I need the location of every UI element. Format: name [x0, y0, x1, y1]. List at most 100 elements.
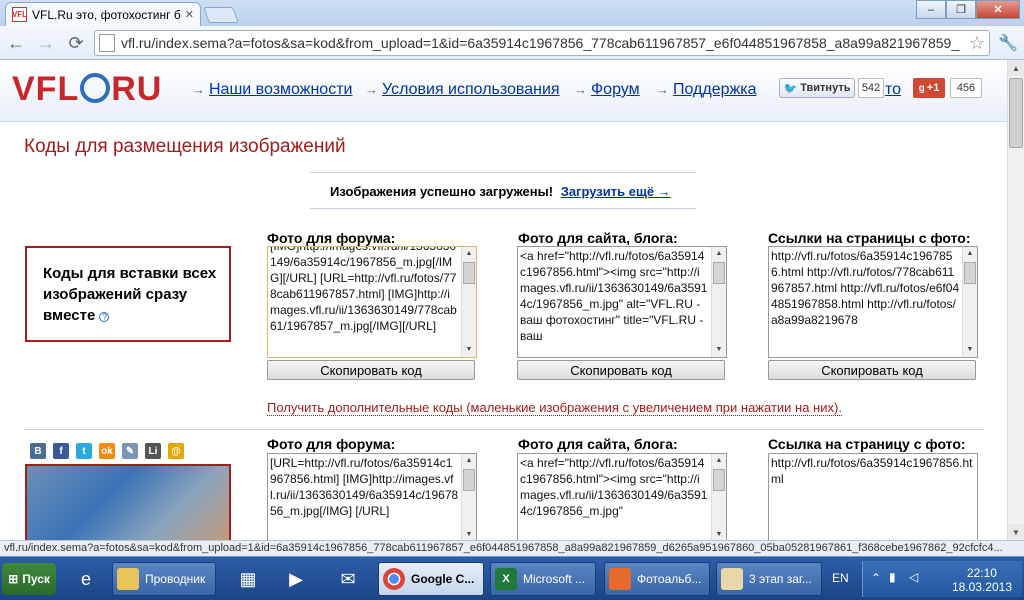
textarea-scrollbar[interactable]: ▲ ▼ — [461, 454, 476, 540]
links-code-textarea[interactable]: http://vfl.ru/fotos/6a35914c1967856.html… — [768, 246, 978, 358]
divider — [310, 172, 696, 173]
tweet-count: 542 — [858, 78, 884, 98]
twitter-icon[interactable]: t — [76, 443, 92, 459]
page-scrollbar[interactable]: ▲ ▼ — [1007, 60, 1024, 540]
facebook-icon[interactable]: f — [53, 443, 69, 459]
new-tab-button[interactable] — [203, 7, 239, 23]
all-codes-label: Коды для вставки всех изображений сразу … — [43, 265, 217, 324]
site-code-textarea-2[interactable]: <a href="http://vfl.ru/fotos/6a35914c196… — [517, 453, 727, 540]
image-thumbnail[interactable] — [25, 464, 231, 540]
forum-code-label: Фото для форума: — [267, 230, 396, 246]
divider — [24, 429, 984, 430]
minimize-button[interactable]: – — [916, 0, 946, 19]
tweet-button[interactable]: 🐦 Твитнуть — [779, 78, 855, 98]
site-code-label: Фото для сайта, блога: — [518, 230, 678, 246]
copy-forum-code-button[interactable]: Скопировать код — [267, 360, 475, 380]
browser-titlebar: VFL VFL.Ru это, фотохостинг б ✕ – ❐ ✕ — [0, 0, 1024, 26]
ie-icon[interactable]: e — [66, 563, 106, 595]
divider — [310, 208, 696, 209]
tray-arrow-icon[interactable]: ⌃ — [871, 571, 881, 585]
upload-more-link[interactable]: Загрузить ещё → — [561, 184, 671, 199]
forum-code-textarea[interactable]: [IMG]http://images.vfl.ru/ii/1363630149/… — [267, 246, 477, 358]
link-code-text-2: http://vfl.ru/fotos/6a35914c1967856.html — [771, 456, 973, 486]
forum-code-textarea-2[interactable]: [URL=http://vfl.ru/fotos/6a35914c1967856… — [267, 453, 477, 540]
clock-time: 22:10 — [966, 566, 997, 580]
language-indicator[interactable]: EN — [832, 571, 849, 585]
forward-icon[interactable]: → — [34, 32, 58, 54]
copy-site-code-button[interactable]: Скопировать код — [517, 360, 725, 380]
start-button[interactable]: ⊞ Пуск — [2, 563, 56, 595]
link-code-textarea-2[interactable]: http://vfl.ru/fotos/6a35914c1967856.html — [768, 453, 978, 540]
links-code-label: Ссылки на страницы с фото: — [768, 230, 971, 246]
mailru-icon[interactable]: @ — [168, 443, 184, 459]
taskbar-explorer[interactable]: Проводник — [112, 562, 216, 596]
paint-icon — [721, 568, 743, 590]
gplus-button[interactable]: g +1 — [913, 78, 945, 98]
scroll-up-icon[interactable]: ▲ — [1008, 60, 1024, 76]
network-icon[interactable]: ▮ — [889, 570, 896, 584]
desktop-icon[interactable]: ▦ — [228, 563, 268, 595]
clock-date: 18.03.2013 — [951, 580, 1012, 594]
logo-text-left: VFL — [12, 70, 80, 108]
help-icon[interactable]: ? — [99, 312, 110, 322]
vk-icon[interactable]: В — [30, 443, 46, 459]
browser-toolbar: ← → ⟳ vfl.ru/index.sema?a=fotos&sa=kod&f… — [0, 26, 1024, 60]
taskbar-paint[interactable]: 3 этап заг... — [716, 562, 822, 596]
taskbar-label: Фотоальб... — [637, 572, 702, 586]
forum-code-text-2: [URL=http://vfl.ru/fotos/6a35914c1967856… — [270, 456, 459, 518]
taskbar-chrome[interactable]: Google C... — [378, 562, 484, 596]
browser-tab[interactable]: VFL VFL.Ru это, фотохостинг б ✕ — [5, 2, 201, 26]
taskbar-excel[interactable]: X Microsoft ... — [490, 562, 596, 596]
gplus-label: +1 — [926, 82, 940, 94]
site-code-text: <a href="http://vfl.ru/fotos/6a35914c196… — [520, 249, 708, 343]
logo-globe-icon — [80, 73, 111, 104]
textarea-scrollbar[interactable]: ▲ ▼ — [962, 247, 977, 357]
taskbar-label: Google C... — [411, 572, 475, 586]
scroll-thumb[interactable] — [1009, 78, 1023, 148]
taskbar-label: Microsoft ... — [523, 572, 586, 586]
more-codes-link[interactable]: Получить дополнительные коды (маленькие … — [267, 400, 842, 416]
menu-features[interactable]: Наши возможности — [192, 81, 352, 99]
photo-album-icon — [609, 568, 631, 590]
textarea-scrollbar[interactable]: ▲ ▼ — [711, 454, 726, 540]
chrome-icon — [383, 568, 405, 590]
volume-icon[interactable]: ◁ — [909, 570, 918, 584]
textarea-scrollbar[interactable]: ▲ ▼ — [461, 247, 476, 357]
close-window-button[interactable]: ✕ — [976, 0, 1020, 19]
reload-icon[interactable]: ⟳ — [64, 32, 88, 54]
window-controls: – ❐ ✕ — [916, 0, 1020, 19]
media-player-icon[interactable]: ▶ — [276, 563, 316, 595]
textarea-scrollbar[interactable]: ▲ ▼ — [711, 247, 726, 357]
odnoklassniki-icon[interactable]: ok — [99, 443, 115, 459]
bookmark-star-icon[interactable]: ☆ — [969, 33, 985, 54]
twitter-bird-icon: 🐦 — [783, 82, 798, 95]
menu-support[interactable]: Поддержка — [656, 81, 756, 99]
liveinternet-icon[interactable]: Li — [145, 443, 161, 459]
clock[interactable]: 22:10 18.03.2013 — [952, 566, 1012, 594]
tab-close-icon[interactable]: ✕ — [185, 8, 194, 21]
site-code-textarea[interactable]: <a href="http://vfl.ru/fotos/6a35914c196… — [517, 246, 727, 358]
menu-forum[interactable]: Форум — [574, 81, 640, 99]
taskbar-photo-album[interactable]: Фотоальб... — [604, 562, 710, 596]
back-icon[interactable]: ← — [4, 32, 28, 54]
logo-text-right: RU — [111, 70, 163, 108]
windows-logo-icon: ⊞ — [8, 572, 19, 586]
mail-icon[interactable]: ✉ — [328, 563, 368, 595]
menu-terms[interactable]: Условия использования — [365, 81, 560, 99]
page-icon — [99, 34, 115, 52]
system-tray: ⌃ ▮ ◁ 22:10 18.03.2013 — [862, 561, 1022, 597]
maximize-button[interactable]: ❐ — [946, 0, 976, 19]
site-code-label-2: Фото для сайта, блога: — [518, 436, 678, 452]
gplus-icon: g — [918, 82, 925, 94]
address-bar[interactable]: vfl.ru/index.sema?a=fotos&sa=kod&from_up… — [94, 30, 990, 56]
scroll-down-icon[interactable]: ▼ — [1008, 524, 1024, 540]
tab-title: VFL.Ru это, фотохостинг б — [32, 7, 181, 22]
address-url: vfl.ru/index.sema?a=fotos&sa=kod&from_up… — [121, 35, 960, 51]
livejournal-icon[interactable]: ✎ — [122, 443, 138, 459]
page-title: Коды для размещения изображений — [24, 136, 346, 157]
site-logo[interactable]: VFL RU — [12, 70, 162, 109]
success-text: Изображения успешно загружены! — [330, 184, 554, 199]
wrench-menu-icon[interactable]: 🔧 — [998, 33, 1018, 53]
link-code-label-2: Ссылка на страницу с фото: — [768, 436, 966, 452]
copy-links-button[interactable]: Скопировать код — [768, 360, 976, 380]
